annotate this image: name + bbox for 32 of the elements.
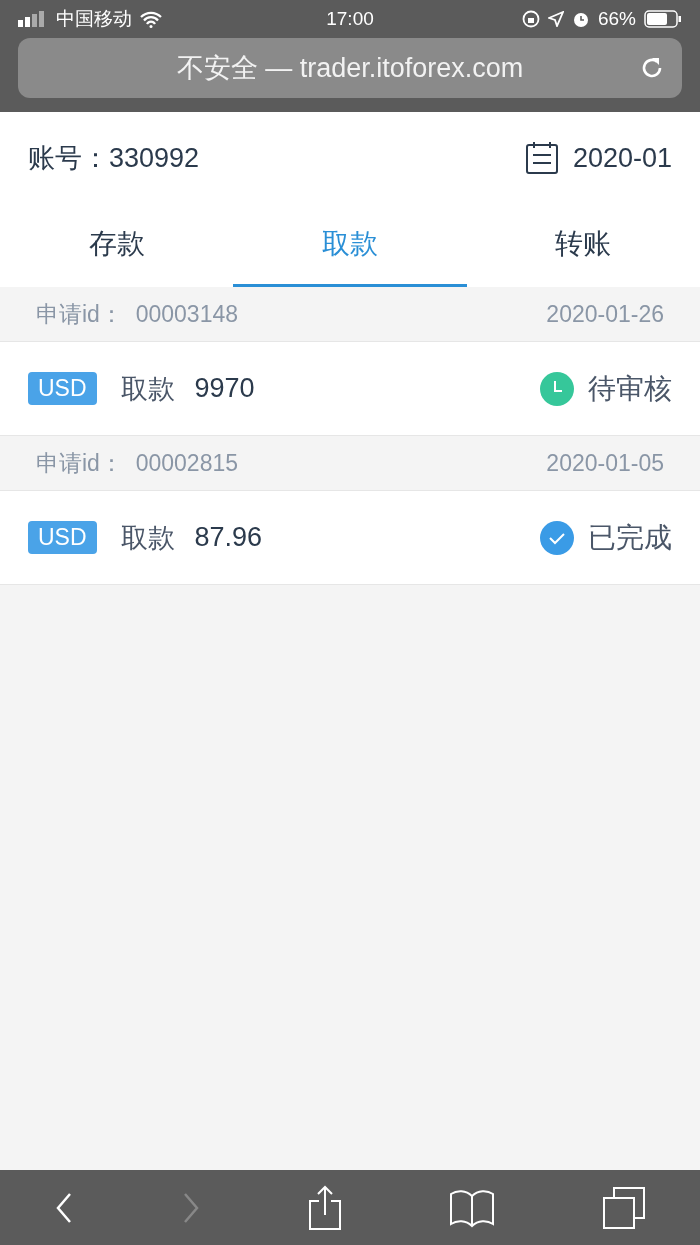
tab[interactable]: 取款	[233, 204, 467, 287]
request-date: 2020-01-26	[546, 300, 664, 328]
calendar-icon[interactable]	[524, 141, 559, 175]
record-row[interactable]: USD 取款 87.96 已完成	[0, 491, 700, 585]
record-row[interactable]: USD 取款 9970 待审核	[0, 342, 700, 436]
record-amount: 87.96	[194, 522, 263, 553]
bookmarks-button[interactable]	[449, 1187, 496, 1228]
request-date: 2020-01-05	[546, 449, 664, 477]
battery-percent: 66%	[597, 8, 636, 30]
currency-tag: USD	[28, 372, 97, 405]
request-id: 申请id： 00003148	[36, 299, 239, 329]
rotation-lock-icon	[521, 10, 540, 28]
alarm-icon	[571, 10, 590, 28]
month-label[interactable]: 2020-01	[572, 142, 672, 174]
record-type: 取款	[120, 521, 175, 555]
request-id: 申请id： 00002815	[36, 448, 239, 478]
currency-tag: USD	[28, 521, 97, 554]
battery-icon	[644, 10, 682, 28]
account-number: 账号：330992	[28, 142, 200, 175]
url-text: 不安全 — trader.itoforex.com	[176, 52, 524, 85]
tabs-button[interactable]	[602, 1185, 647, 1230]
location-icon	[547, 11, 564, 27]
tab[interactable]: 存款	[0, 204, 234, 287]
record-type: 取款	[120, 372, 175, 406]
share-button[interactable]	[307, 1184, 342, 1231]
record-status: 待审核	[588, 371, 672, 406]
carrier-name: 中国移动	[56, 7, 132, 31]
clock-time: 17:00	[326, 8, 374, 30]
record-status: 已完成	[588, 520, 672, 555]
wifi-icon	[140, 10, 162, 28]
tab[interactable]: 转账	[466, 204, 700, 287]
record-amount: 9970	[194, 373, 255, 404]
